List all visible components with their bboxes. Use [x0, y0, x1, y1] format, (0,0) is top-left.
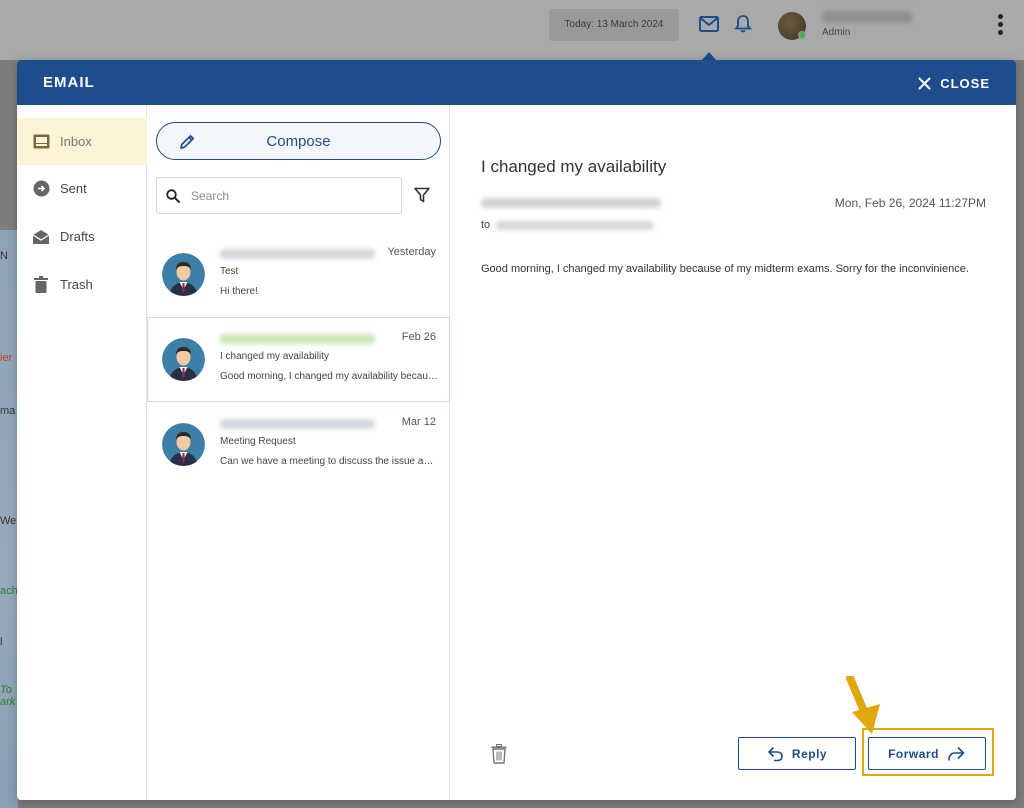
email-body: Good morning, I changed my availability … [481, 263, 969, 275]
compose-button[interactable]: Compose [156, 122, 441, 160]
message-preview: Hi there! [220, 286, 258, 297]
folder-nav: Inbox Sent Drafts Trash [17, 105, 147, 800]
modal-header: EMAIL CLOSE [17, 60, 1016, 105]
sender-redacted [220, 334, 375, 344]
reply-button[interactable]: Reply [738, 737, 856, 770]
nav-item-label: Drafts [60, 229, 95, 244]
map-label: To [0, 684, 12, 696]
sender-redacted [220, 419, 375, 429]
message-date: Feb 26 [401, 331, 436, 343]
message-item-selected[interactable]: Feb 26 I changed my availability Good mo… [147, 317, 450, 402]
compose-label: Compose [266, 133, 331, 150]
delete-trash-icon[interactable] [491, 744, 507, 764]
search-box [156, 177, 402, 214]
nav-item-label: Sent [60, 181, 87, 196]
bell-icon[interactable] [733, 14, 753, 34]
map-label: l [0, 636, 3, 648]
message-list-panel: Compose Yesterday Test Hi there! Feb 26 … [147, 105, 450, 800]
highlight-arrow-icon [846, 676, 880, 734]
map-label: N [0, 250, 8, 262]
inbox-icon [32, 133, 50, 151]
sent-icon [32, 180, 50, 198]
message-item[interactable]: Yesterday Test Hi there! [147, 232, 450, 317]
filter-icon[interactable] [414, 187, 430, 203]
nav-item-trash[interactable]: Trash [17, 261, 147, 308]
message-preview: Can we have a meeting to discuss the iss… [220, 456, 438, 467]
map-label: ma [0, 405, 16, 417]
message-subject: Meeting Request [220, 436, 296, 447]
today-date: Today: 13 March 2024 [549, 9, 679, 41]
close-label: CLOSE [940, 75, 990, 91]
nav-item-sent[interactable]: Sent [17, 165, 147, 212]
message-item[interactable]: Mar 12 Meeting Request Can we have a mee… [147, 402, 450, 487]
map-label: ach [0, 585, 18, 597]
close-icon [918, 77, 931, 89]
avatar [162, 253, 205, 296]
drafts-icon [32, 228, 50, 246]
to-label: to [481, 219, 491, 231]
nav-item-inbox[interactable]: Inbox [17, 118, 147, 165]
online-status-dot [798, 31, 806, 39]
nav-item-drafts[interactable]: Drafts [17, 213, 147, 260]
sender-redacted [220, 249, 375, 259]
trash-icon [32, 276, 50, 294]
message-subject: Test [220, 266, 239, 277]
nav-item-label: Inbox [60, 134, 92, 149]
map-label: ark [0, 696, 16, 708]
message-date: Yesterday [387, 246, 436, 258]
message-preview: Good morning, I changed my availability … [220, 371, 438, 382]
map-label: We [0, 515, 17, 527]
message-date: Mar 12 [401, 416, 436, 428]
modal-title: EMAIL [43, 74, 95, 91]
email-subject: I changed my availability [481, 157, 667, 176]
email-date: Mon, Feb 26, 2024 11:27PM [834, 196, 986, 210]
sender-email-redacted [481, 198, 661, 208]
map-label: ier [0, 352, 13, 364]
user-role: Admin [822, 27, 851, 38]
search-icon [166, 189, 180, 203]
reply-label: Reply [791, 746, 828, 761]
message-subject: I changed my availability [220, 351, 329, 362]
avatar [162, 338, 205, 381]
mail-icon[interactable] [698, 15, 720, 33]
close-button[interactable]: CLOSE [918, 74, 990, 92]
search-input[interactable] [191, 187, 391, 205]
more-menu-icon[interactable] [996, 14, 1004, 38]
nav-item-label: Trash [60, 277, 93, 292]
app-topbar [0, 0, 1024, 60]
avatar [162, 423, 205, 466]
recipient-email-redacted [496, 221, 654, 230]
reading-pane: I changed my availability Mon, Feb 26, 2… [451, 105, 1016, 800]
user-name-redacted [822, 11, 912, 23]
reply-icon [768, 746, 783, 762]
